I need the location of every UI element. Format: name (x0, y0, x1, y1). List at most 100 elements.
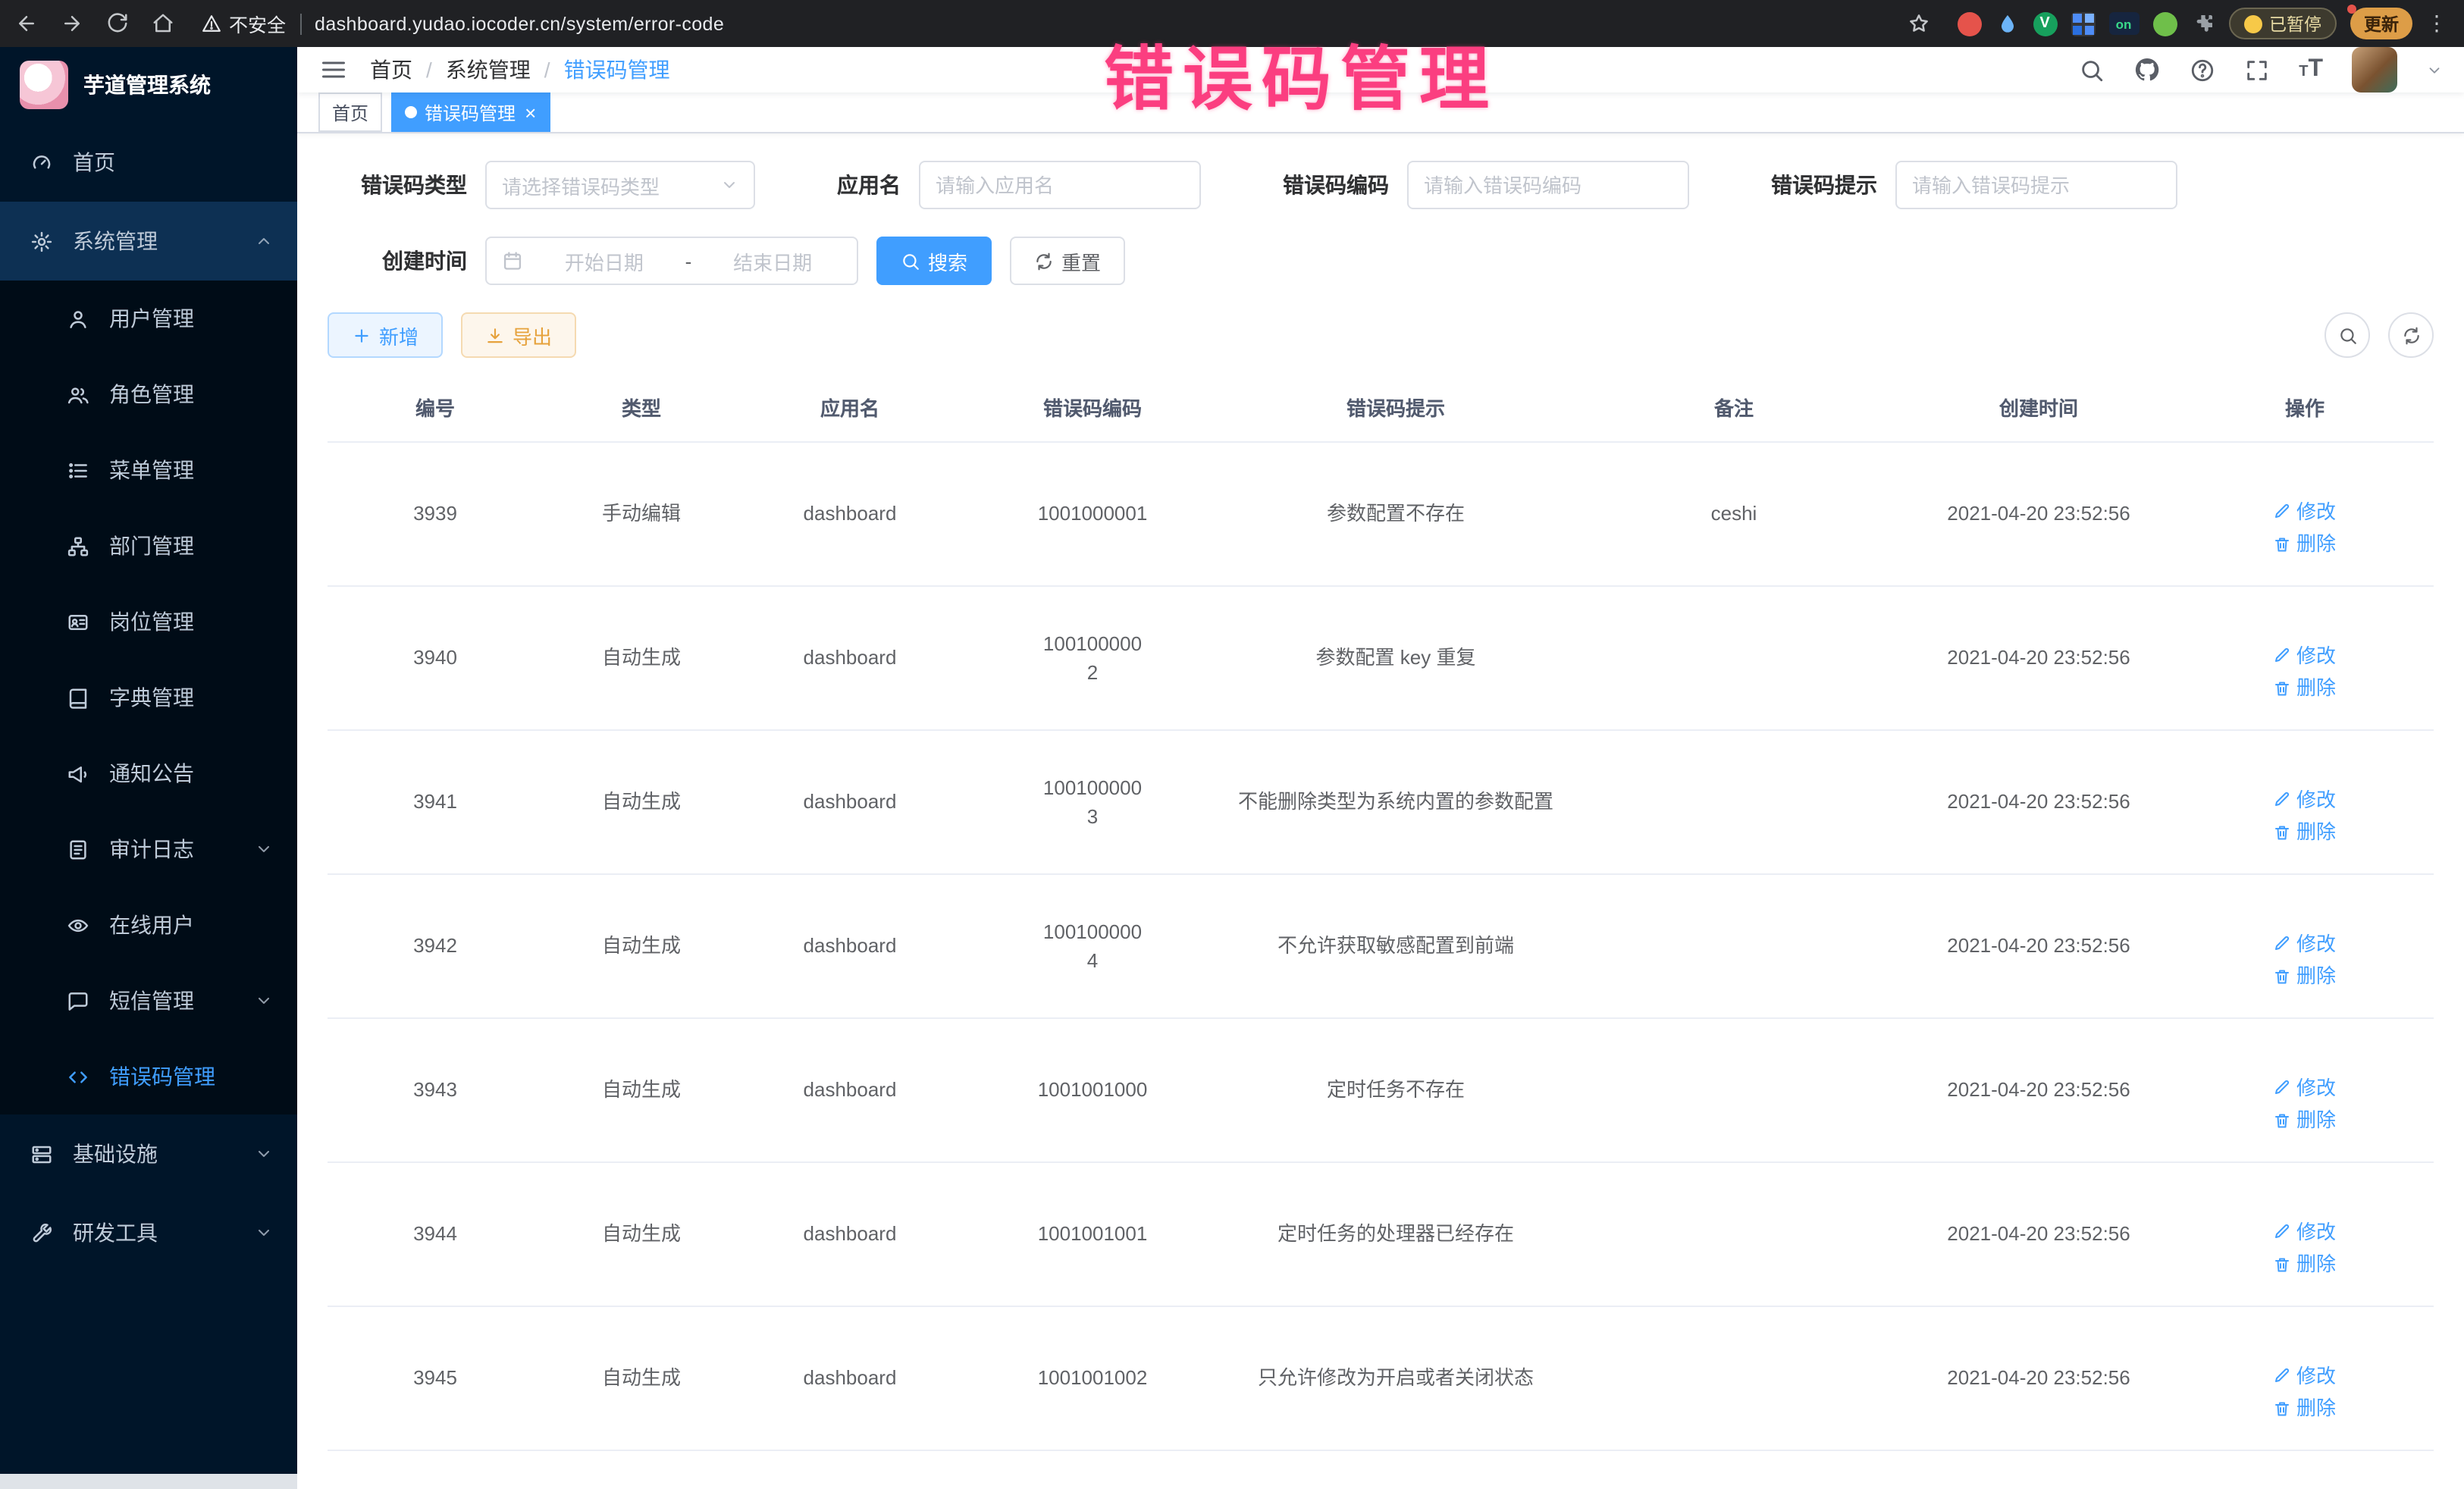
trash-icon (2274, 1255, 2292, 1273)
delete-link[interactable]: 删除 (2274, 673, 2336, 703)
sidebar-item-infrastructure[interactable]: 基础设施 (0, 1114, 297, 1193)
add-button[interactable]: 新增 (328, 312, 443, 358)
tag-close-icon[interactable]: × (525, 102, 536, 122)
sidebar-item-notice[interactable]: 通知公告 (0, 735, 297, 811)
cell-msg: 参数配置不存在 (1225, 442, 1566, 586)
delete-link[interactable]: 删除 (2274, 817, 2336, 847)
cell-app: dashboard (740, 1018, 960, 1162)
fullscreen-icon[interactable] (2244, 57, 2270, 83)
edit-link[interactable]: 修改 (2274, 929, 2336, 958)
delete-link[interactable]: 删除 (2274, 1249, 2336, 1279)
delete-link[interactable]: 删除 (2274, 1105, 2336, 1135)
tag-home[interactable]: 首页 (318, 92, 382, 132)
back-button[interactable] (15, 12, 38, 35)
delete-link[interactable]: 删除 (2274, 961, 2336, 991)
filter-error-code-type: 错误码类型 请选择错误码类型 (328, 161, 755, 209)
sidebar-item-menu-management[interactable]: 菜单管理 (0, 432, 297, 508)
extension-on-icon[interactable]: on (2108, 12, 2139, 35)
create-time-range-picker[interactable]: 开始日期 - 结束日期 (485, 237, 858, 285)
column-header-id: 编号 (328, 373, 543, 442)
extension-leaf-icon[interactable] (2152, 11, 2177, 36)
address-bar[interactable]: 不安全 dashboard.yudao.iocoder.cn/system/er… (193, 9, 1939, 38)
delete-link[interactable]: 删除 (2274, 529, 2336, 559)
not-secure-warning[interactable]: 不安全 (202, 9, 286, 38)
breadcrumb-home[interactable]: 首页 (370, 55, 412, 85)
cell-time: 2021-04-20 23:52:56 (1901, 1162, 2176, 1306)
toggle-search-button[interactable] (2324, 312, 2370, 358)
bookmark-star-icon[interactable] (1907, 12, 1930, 35)
download-icon (485, 325, 505, 345)
sidebar-item-online-users[interactable]: 在线用户 (0, 887, 297, 963)
refresh-table-button[interactable] (2388, 312, 2434, 358)
font-size-icon[interactable]: TT (2299, 58, 2323, 82)
hamburger-icon[interactable] (297, 56, 370, 83)
browser-home-button[interactable] (152, 12, 174, 35)
sidebar-item-role-management[interactable]: 角色管理 (0, 356, 297, 432)
address-divider (299, 13, 301, 34)
table-row: 3940 自动生成 dashboard 100100000 2 参数配置 key… (328, 586, 2434, 730)
chevron-down-icon[interactable] (2426, 61, 2443, 78)
sidebar-item-home[interactable]: 首页 (0, 123, 297, 202)
sidebar-item-label: 菜单管理 (109, 455, 273, 485)
chevron-down-icon (720, 176, 738, 194)
extension-red-icon[interactable] (1957, 11, 1981, 36)
cell-msg: 不能删除类型为系统内置的参数配置 (1225, 730, 1566, 874)
edit-link[interactable]: 修改 (2274, 1217, 2336, 1246)
app-logo[interactable]: 芋道管理系统 (0, 47, 297, 123)
browser-menu-icon[interactable]: ⋮ (2426, 11, 2449, 36)
breadcrumb-system[interactable]: 系统管理 (446, 55, 531, 85)
error-hint-input[interactable] (1895, 161, 2177, 209)
table-header-row: 编号 类型 应用名 错误码编码 错误码提示 备注 创建时间 操作 (328, 373, 2434, 442)
edit-link[interactable]: 修改 (2274, 641, 2336, 670)
sidebar-item-user-management[interactable]: 用户管理 (0, 281, 297, 356)
sidebar-item-audit-log[interactable]: 审计日志 (0, 811, 297, 887)
sidebar-item-dev-tools[interactable]: 研发工具 (0, 1193, 297, 1272)
table-row: 3944 自动生成 dashboard 1001001001 定时任务的处理器已… (328, 1162, 2434, 1306)
sidebar-item-error-code-management[interactable]: 错误码管理 (0, 1039, 297, 1114)
paused-badge[interactable]: 已暂停 (2228, 8, 2337, 39)
sidebar-item-post-management[interactable]: 岗位管理 (0, 584, 297, 660)
sidebar-item-dict-management[interactable]: 字典管理 (0, 660, 297, 735)
user-avatar[interactable] (2352, 47, 2397, 92)
extension-grid-icon[interactable] (2071, 11, 2095, 36)
chevron-down-icon (255, 840, 273, 858)
extensions-puzzle-icon[interactable] (2190, 11, 2215, 36)
app-name-input[interactable] (919, 161, 1201, 209)
forward-button[interactable] (61, 12, 83, 35)
edit-link[interactable]: 修改 (2274, 785, 2336, 814)
sidebar-item-dept-management[interactable]: 部门管理 (0, 508, 297, 584)
edit-link[interactable]: 修改 (2274, 1361, 2336, 1390)
sidebar-item-sms-management[interactable]: 短信管理 (0, 963, 297, 1039)
extension-drop-icon[interactable] (1995, 11, 2019, 36)
error-code-type-select[interactable]: 请选择错误码类型 (485, 161, 755, 209)
cell-id: 3946 (328, 1450, 543, 1489)
filter-error-hint: 错误码提示 (1771, 161, 2177, 209)
reset-button[interactable]: 重置 (1010, 237, 1125, 285)
update-button[interactable]: 更新 (2350, 8, 2412, 39)
edit-icon (2274, 1079, 2292, 1097)
cell-code: 1001001002 (960, 1306, 1225, 1450)
edit-link[interactable]: 修改 (2274, 497, 2336, 526)
url-text[interactable]: dashboard.yudao.iocoder.cn/system/error-… (315, 13, 724, 34)
search-icon[interactable] (2079, 57, 2105, 83)
error-code-input[interactable] (1407, 161, 1689, 209)
sidebar-item-label: 部门管理 (109, 531, 273, 561)
export-button[interactable]: 导出 (461, 312, 576, 358)
edit-link[interactable]: 修改 (2274, 1073, 2336, 1102)
delete-link[interactable]: 删除 (2274, 1393, 2336, 1423)
github-icon[interactable] (2133, 56, 2161, 83)
extension-v-icon[interactable]: V (2033, 11, 2057, 36)
plus-icon (352, 325, 371, 345)
reload-button[interactable] (106, 12, 129, 35)
sidebar-item-system-management[interactable]: 系统管理 (0, 202, 297, 281)
search-button[interactable]: 搜索 (876, 237, 992, 285)
edit-icon (2274, 503, 2292, 521)
cell-time: 2021-04-20 23:52:56 (1901, 874, 2176, 1018)
refresh-icon (2401, 325, 2421, 345)
search-icon (2337, 325, 2357, 345)
cell-app: dashboard (740, 586, 960, 730)
list-icon (67, 459, 89, 481)
help-icon[interactable] (2190, 57, 2215, 83)
tag-error-code-management[interactable]: 错误码管理 × (391, 92, 550, 132)
cell-actions: 修改 删除 (2176, 442, 2434, 586)
